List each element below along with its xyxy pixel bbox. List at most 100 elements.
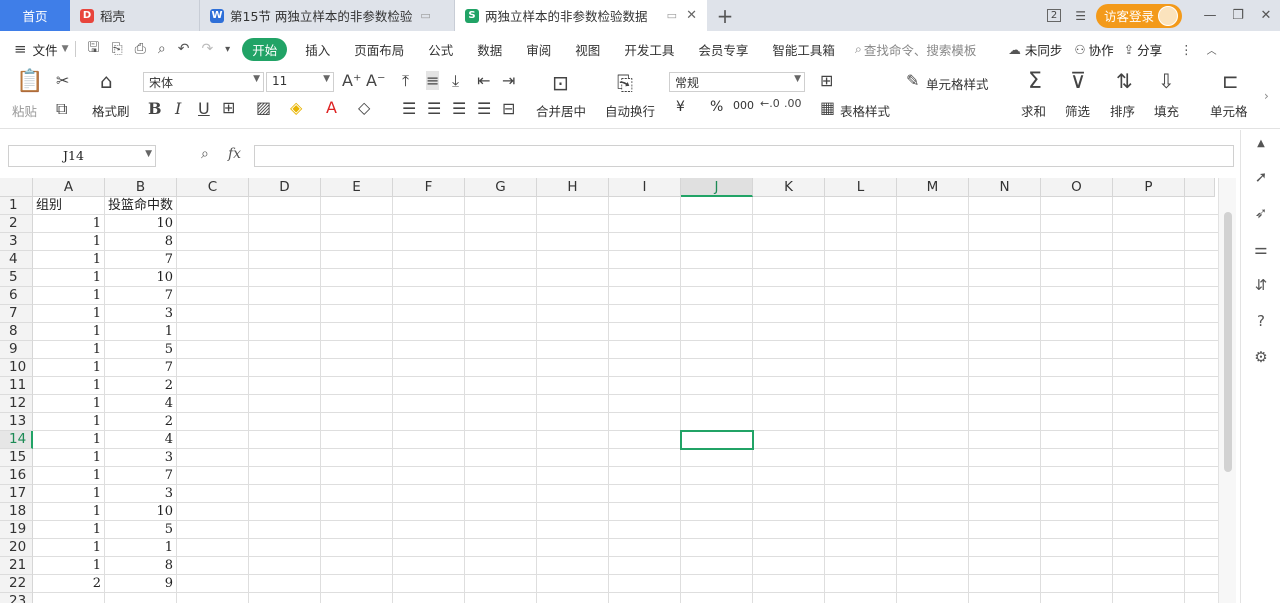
cell-O23[interactable] — [1041, 593, 1113, 603]
cell-N2[interactable] — [969, 215, 1041, 233]
cell-J20[interactable] — [681, 539, 753, 557]
cell-I10[interactable] — [609, 359, 681, 377]
new-tab-button[interactable]: + — [707, 0, 743, 31]
row-header-20[interactable]: 20 — [0, 539, 33, 557]
cell-K18[interactable] — [753, 503, 825, 521]
cell-K6[interactable] — [753, 287, 825, 305]
cell-P5[interactable] — [1113, 269, 1185, 287]
minimize-icon[interactable]: — — [1196, 8, 1224, 23]
cell-K3[interactable] — [753, 233, 825, 251]
border-icon[interactable]: ⊞ — [222, 98, 235, 117]
cell-G17[interactable] — [465, 485, 537, 503]
font-shrink-icon[interactable]: A⁻ — [366, 71, 385, 90]
cell-O13[interactable] — [1041, 413, 1113, 431]
cell-M11[interactable] — [897, 377, 969, 395]
cell-E11[interactable] — [321, 377, 393, 395]
settings-icon[interactable]: ⚙ — [1251, 348, 1271, 366]
cell-I4[interactable] — [609, 251, 681, 269]
cell-L22[interactable] — [825, 575, 897, 593]
cell-O22[interactable] — [1041, 575, 1113, 593]
indent-decrease-icon[interactable]: ⇤ — [477, 71, 490, 90]
row-header-16[interactable]: 16 — [0, 467, 33, 485]
cell-L19[interactable] — [825, 521, 897, 539]
login-button[interactable]: 访客登录 — [1095, 3, 1182, 28]
cell-J15[interactable] — [681, 449, 753, 467]
cell-M12[interactable] — [897, 395, 969, 413]
cell-H18[interactable] — [537, 503, 609, 521]
format-painter-icon[interactable]: ⌂ — [100, 69, 113, 93]
cell-L10[interactable] — [825, 359, 897, 377]
wrap-text-icon[interactable]: ⎘ — [617, 71, 633, 95]
cell-L7[interactable] — [825, 305, 897, 323]
cell-C22[interactable] — [177, 575, 249, 593]
cell-E8[interactable] — [321, 323, 393, 341]
cell-L11[interactable] — [825, 377, 897, 395]
cell-M8[interactable] — [897, 323, 969, 341]
cell-F3[interactable] — [393, 233, 465, 251]
cell-C1[interactable] — [177, 197, 249, 215]
cell-H6[interactable] — [537, 287, 609, 305]
align-center-icon[interactable]: ☰ — [427, 99, 441, 118]
cell-O12[interactable] — [1041, 395, 1113, 413]
cell-H7[interactable] — [537, 305, 609, 323]
row-header-4[interactable]: 4 — [0, 251, 33, 269]
cell-C12[interactable] — [177, 395, 249, 413]
cell-I18[interactable] — [609, 503, 681, 521]
cell-D15[interactable] — [249, 449, 321, 467]
cell-C16[interactable] — [177, 467, 249, 485]
cell-D17[interactable] — [249, 485, 321, 503]
cell-P2[interactable] — [1113, 215, 1185, 233]
menu-view[interactable]: 视图 — [563, 40, 612, 59]
sort-button[interactable]: 排序 — [1110, 101, 1135, 120]
cell-D9[interactable] — [249, 341, 321, 359]
cell-partial[interactable] — [1185, 323, 1218, 341]
cell-E3[interactable] — [321, 233, 393, 251]
cell-B22[interactable]: 9 — [105, 575, 177, 593]
cell-E1[interactable] — [321, 197, 393, 215]
menu-home[interactable]: 开始 — [242, 37, 288, 61]
fill-icon[interactable]: ⇩ — [1158, 69, 1175, 93]
align-middle-icon[interactable]: ≡ — [426, 71, 440, 90]
row-header-15[interactable]: 15 — [0, 449, 33, 467]
cell-F9[interactable] — [393, 341, 465, 359]
italic-icon[interactable]: I — [175, 99, 181, 118]
cell-I23[interactable] — [609, 593, 681, 603]
cell-P22[interactable] — [1113, 575, 1185, 593]
cell-partial[interactable] — [1185, 287, 1218, 305]
cell-J8[interactable] — [681, 323, 753, 341]
cell-P16[interactable] — [1113, 467, 1185, 485]
cell-N11[interactable] — [969, 377, 1041, 395]
cell-P1[interactable] — [1113, 197, 1185, 215]
cell-H3[interactable] — [537, 233, 609, 251]
fill-color-icon[interactable]: ◈ — [290, 98, 302, 117]
cell-J9[interactable] — [681, 341, 753, 359]
cell-G14[interactable] — [465, 431, 537, 449]
window-count-badge[interactable]: 2 — [1046, 9, 1062, 22]
cell-N20[interactable] — [969, 539, 1041, 557]
menu-icon[interactable]: ☰ — [1075, 9, 1086, 23]
cell-B4[interactable]: 7 — [105, 251, 177, 269]
sort-icon[interactable]: ⇅ — [1116, 69, 1133, 93]
decimal-increase-icon[interactable]: ←.0 — [760, 97, 780, 110]
cell-I21[interactable] — [609, 557, 681, 575]
collapse-ribbon-icon[interactable]: ︿ — [1207, 42, 1217, 57]
cell-J13[interactable] — [681, 413, 753, 431]
cell-K5[interactable] — [753, 269, 825, 287]
cell-K17[interactable] — [753, 485, 825, 503]
cell-I14[interactable] — [609, 431, 681, 449]
row-header-8[interactable]: 8 — [0, 323, 33, 341]
cell-N8[interactable] — [969, 323, 1041, 341]
cell-F17[interactable] — [393, 485, 465, 503]
row-header-5[interactable]: 5 — [0, 269, 33, 287]
row-header-3[interactable]: 3 — [0, 233, 33, 251]
cell-O10[interactable] — [1041, 359, 1113, 377]
cell-O15[interactable] — [1041, 449, 1113, 467]
cell-A12[interactable]: 1 — [33, 395, 105, 413]
cell-I9[interactable] — [609, 341, 681, 359]
cell-partial[interactable] — [1185, 521, 1218, 539]
transform-icon[interactable]: ⇵ — [1251, 276, 1271, 294]
cell-P10[interactable] — [1113, 359, 1185, 377]
erase-format-icon[interactable]: ▨ — [256, 98, 271, 117]
collab-button[interactable]: 协作 — [1089, 40, 1114, 59]
menu-insert[interactable]: 插入 — [293, 40, 342, 59]
